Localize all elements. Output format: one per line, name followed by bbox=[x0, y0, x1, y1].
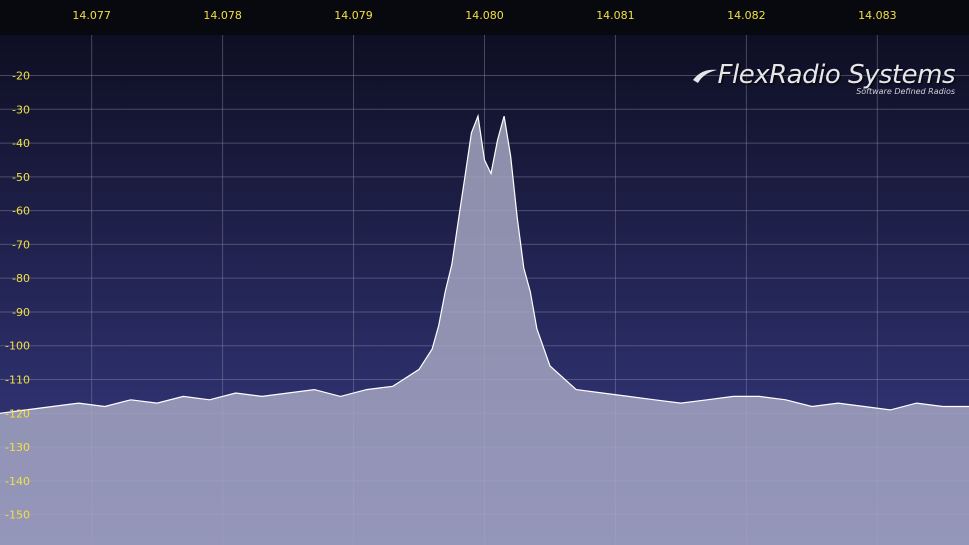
db-tick-label: -110 bbox=[5, 374, 30, 387]
db-tick-label: -100 bbox=[5, 340, 30, 353]
db-tick-label: -80 bbox=[12, 272, 30, 285]
db-tick-label: -30 bbox=[12, 103, 30, 116]
swoosh-icon bbox=[692, 69, 717, 83]
frequency-tick-label: 14.081 bbox=[596, 9, 635, 22]
frequency-tick-label: 14.080 bbox=[465, 9, 504, 22]
db-tick-label: -50 bbox=[12, 171, 30, 184]
logo-name: FlexRadio Systems bbox=[717, 60, 956, 90]
db-tick-label: -70 bbox=[12, 238, 30, 251]
db-tick-label: -90 bbox=[12, 306, 30, 319]
db-tick-label: -40 bbox=[12, 137, 30, 150]
flexradio-logo: FlexRadio Systems Software Defined Radio… bbox=[692, 60, 956, 96]
frequency-tick-label: 14.077 bbox=[72, 9, 111, 22]
db-tick-label: -60 bbox=[12, 205, 30, 218]
db-tick-label: -150 bbox=[5, 509, 30, 522]
db-tick-label: -20 bbox=[12, 70, 30, 83]
frequency-tick-label: 14.082 bbox=[727, 9, 766, 22]
db-tick-label: -140 bbox=[5, 475, 30, 488]
db-tick-label: -130 bbox=[5, 441, 30, 454]
frequency-tick-label: 14.083 bbox=[858, 9, 897, 22]
frequency-tick-label: 14.078 bbox=[203, 9, 242, 22]
db-tick-label: -120 bbox=[5, 407, 30, 420]
frequency-tick-label: 14.079 bbox=[334, 9, 373, 22]
